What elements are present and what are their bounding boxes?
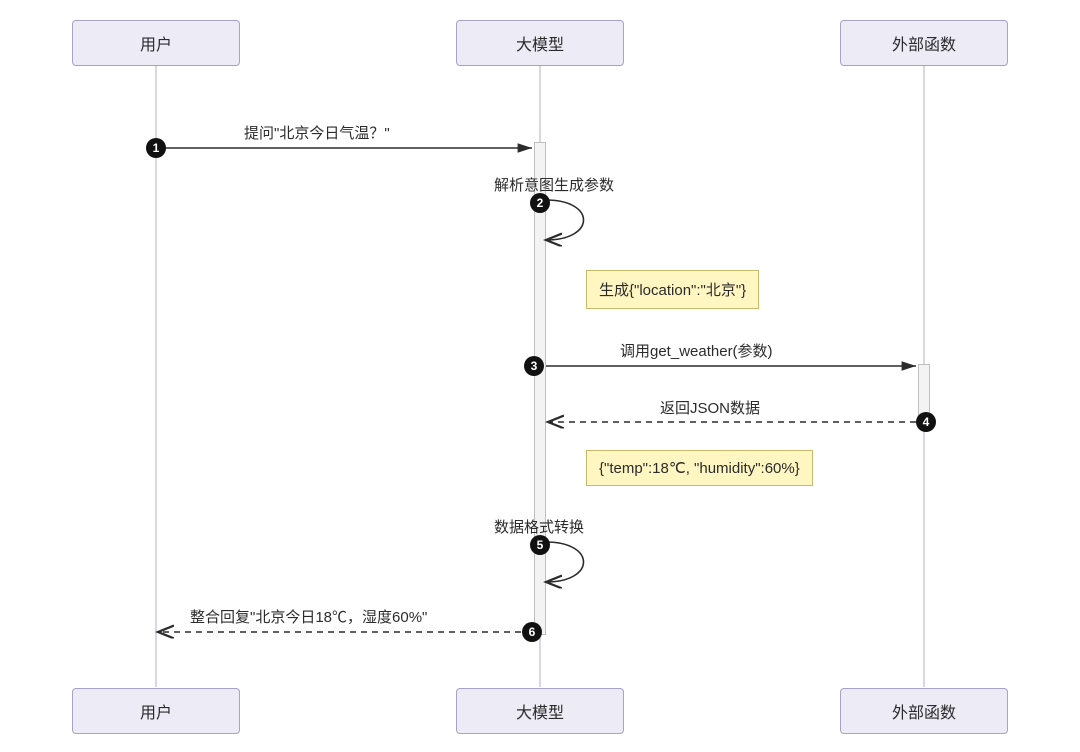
- msg-3-label: 调用get_weather(参数): [620, 340, 773, 361]
- actor-user-label-b: 用户: [140, 699, 172, 723]
- actor-model-bottom: 大模型: [456, 688, 624, 734]
- step-5: 5: [530, 535, 550, 555]
- step-6: 6: [522, 622, 542, 642]
- actor-external-label-b: 外部函数: [892, 699, 956, 723]
- actor-user-label: 用户: [140, 31, 172, 55]
- actor-model-label: 大模型: [516, 31, 564, 55]
- note-2: {"temp":18℃, "humidity":60%}: [586, 450, 813, 486]
- activation-model: [534, 142, 546, 635]
- msg-5-label: 数据格式转换: [494, 516, 584, 537]
- msg-2-label: 解析意图生成参数: [494, 174, 614, 195]
- note-1-text: 生成{"location":"北京"}: [599, 282, 746, 299]
- lifeline-user: [155, 65, 157, 687]
- step-4: 4: [916, 412, 936, 432]
- actor-model-top: 大模型: [456, 20, 624, 66]
- note-1: 生成{"location":"北京"}: [586, 270, 759, 309]
- step-1: 1: [146, 138, 166, 158]
- msg-4-label: 返回JSON数据: [660, 397, 760, 418]
- note-2-text: {"temp":18℃, "humidity":60%}: [599, 460, 800, 477]
- sequence-diagram: 用户 大模型 外部函数 用户 大模型 外部函数 model (: [0, 0, 1080, 752]
- msg-1-label: 提问"北京今日气温？": [244, 122, 390, 143]
- actor-user-top: 用户: [72, 20, 240, 66]
- actor-external-bottom: 外部函数: [840, 688, 1008, 734]
- step-2: 2: [530, 193, 550, 213]
- step-3: 3: [524, 356, 544, 376]
- actor-user-bottom: 用户: [72, 688, 240, 734]
- msg-6-label: 整合回复"北京今日18℃，湿度60%": [190, 606, 427, 627]
- actor-external-top: 外部函数: [840, 20, 1008, 66]
- actor-external-label: 外部函数: [892, 31, 956, 55]
- actor-model-label-b: 大模型: [516, 699, 564, 723]
